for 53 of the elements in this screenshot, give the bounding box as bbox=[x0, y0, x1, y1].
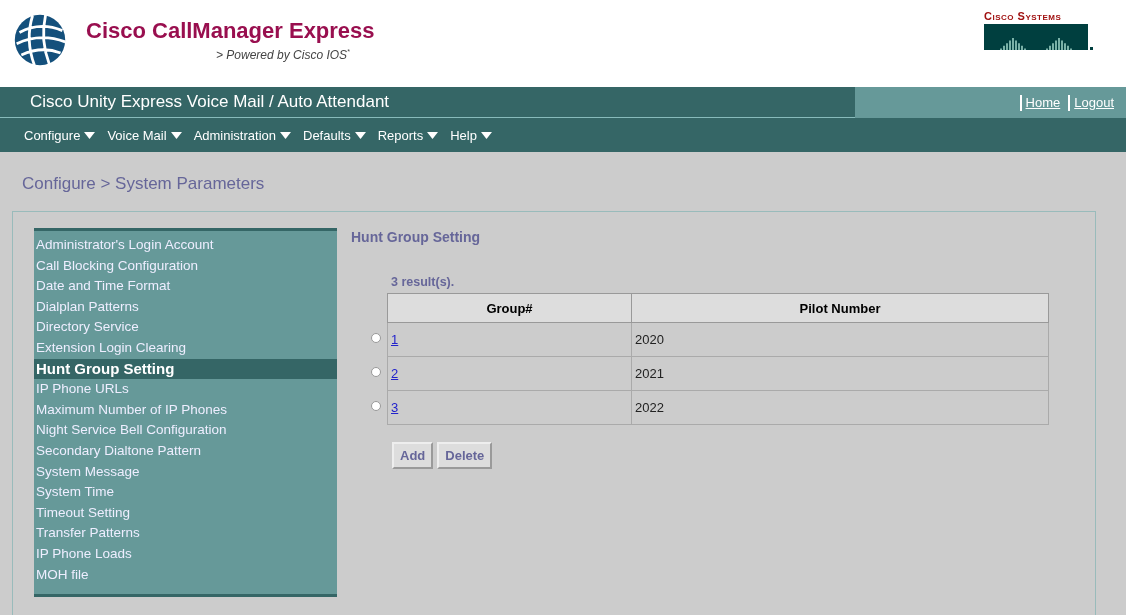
brand-name: Cisco Systems bbox=[984, 10, 1062, 22]
sidebar-item[interactable]: Call Blocking Configuration bbox=[34, 255, 337, 277]
caret-icon bbox=[170, 131, 182, 139]
caret-icon bbox=[427, 131, 439, 139]
sidebar-item[interactable]: MOH file bbox=[34, 564, 337, 586]
table-cell: 2020 bbox=[631, 322, 1049, 357]
radio-button[interactable] bbox=[371, 333, 381, 343]
sidebar-item[interactable]: IP Phone URLs bbox=[34, 379, 337, 400]
table-cell: 2022 bbox=[631, 390, 1049, 425]
tagline: > Powered by Cisco IOS$^{*}$ bbox=[216, 48, 351, 62]
sidebar-item[interactable]: Directory Service bbox=[34, 317, 337, 338]
add-button[interactable]: Add bbox=[392, 442, 434, 469]
header-link[interactable]: Logout bbox=[1074, 95, 1114, 110]
header-link[interactable]: Home bbox=[1025, 95, 1061, 110]
menu-item[interactable]: Defaults bbox=[301, 127, 368, 143]
column-header: Group# bbox=[387, 293, 632, 323]
globe-logo-icon bbox=[12, 12, 68, 68]
menu-item[interactable]: Configure bbox=[22, 127, 98, 143]
sidebar-item[interactable]: Dialplan Patterns bbox=[34, 296, 337, 318]
caret-icon bbox=[84, 131, 96, 139]
menu-item[interactable]: Administration bbox=[191, 127, 293, 143]
caret-icon bbox=[280, 131, 291, 139]
sidebar-item[interactable]: Night Service Bell Configuration bbox=[34, 420, 337, 441]
breadcrumb: Configure > System Parameters bbox=[22, 174, 266, 194]
sidebar-item[interactable]: Secondary Dialtone Pattern bbox=[34, 440, 337, 462]
sidebar-item[interactable]: Transfer Patterns bbox=[34, 523, 337, 544]
sidebar-item[interactable]: System Time bbox=[34, 482, 337, 503]
section-heading: Hunt Group Setting bbox=[351, 229, 482, 245]
sidebar-item[interactable]: System Message bbox=[34, 461, 337, 483]
caret-icon bbox=[481, 131, 492, 139]
column-header: Pilot Number bbox=[631, 293, 1049, 323]
group-link[interactable]: 1 bbox=[391, 332, 399, 347]
sidebar-item[interactable]: Maximum Number of IP Phones bbox=[34, 399, 337, 421]
sidebar-item[interactable]: Administrator's Login Account bbox=[34, 235, 337, 256]
menu-item[interactable]: Reports bbox=[375, 127, 441, 143]
bridge-logo-icon bbox=[984, 24, 1094, 52]
menu-item[interactable]: Voice Mail bbox=[105, 127, 184, 143]
caret-icon bbox=[354, 131, 366, 139]
delete-button[interactable]: Delete bbox=[437, 442, 493, 469]
group-link[interactable]: 3 bbox=[391, 400, 399, 415]
sidebar-item[interactable]: Timeout Setting bbox=[34, 502, 337, 524]
sidebar-item[interactable]: Hunt Group Setting bbox=[34, 358, 337, 380]
sidebar-item[interactable]: Extension Login Clearing bbox=[34, 337, 337, 359]
sidebar-item[interactable]: IP Phone Loads bbox=[34, 543, 337, 565]
result-count: 3 result(s). bbox=[391, 275, 456, 289]
radio-button[interactable] bbox=[371, 367, 381, 377]
product-title: Cisco CallManager Express bbox=[86, 18, 375, 44]
radio-button[interactable] bbox=[371, 401, 381, 411]
sidebar-item[interactable]: Date and Time Format bbox=[34, 276, 337, 297]
group-link[interactable]: 2 bbox=[391, 366, 399, 381]
menu-item[interactable]: Help bbox=[448, 127, 494, 143]
app-title: Cisco Unity Express Voice Mail / Auto Attendant bbox=[30, 92, 390, 112]
table-cell: 2021 bbox=[631, 356, 1049, 391]
